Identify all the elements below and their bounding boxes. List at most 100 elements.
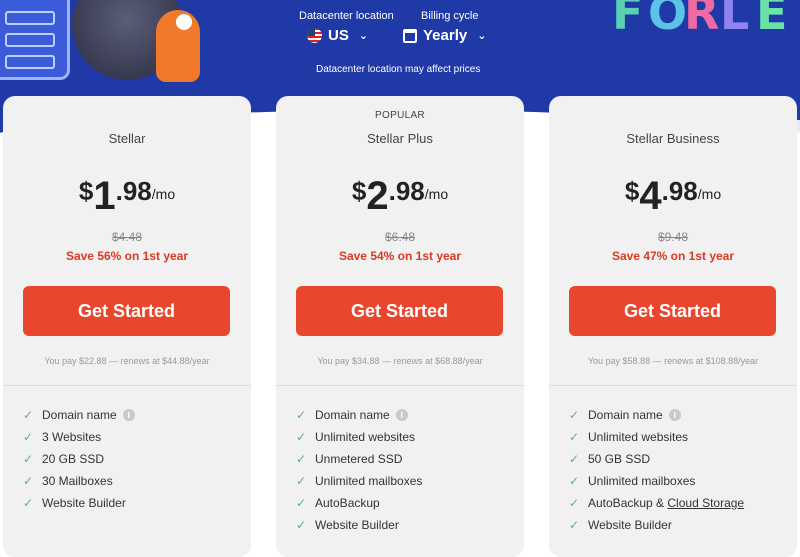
price-integer: 2 bbox=[366, 174, 389, 218]
plan-name: Stellar bbox=[108, 131, 146, 146]
check-icon: ✓ bbox=[23, 496, 34, 510]
feature-item: ✓ Website Builder bbox=[296, 514, 422, 536]
chevron-down-icon: ⌄ bbox=[358, 30, 369, 42]
price-currency: $ bbox=[351, 176, 367, 206]
check-icon: ✓ bbox=[296, 474, 307, 488]
pixel-letter: E bbox=[756, 0, 788, 40]
feature-label: Website Builder bbox=[315, 518, 399, 532]
feature-label: Domain name bbox=[588, 408, 663, 422]
plan-price: $ 2 .98 /mo bbox=[276, 168, 524, 219]
feature-item: ✓ Domain name i bbox=[569, 404, 744, 426]
feature-item: ✓ Website Builder bbox=[569, 514, 744, 536]
check-icon: ✓ bbox=[296, 496, 307, 510]
renewal-text: You pay $58.88 — renews at $108.88/year bbox=[587, 356, 759, 366]
info-icon[interactable]: i bbox=[122, 409, 135, 421]
check-icon: ✓ bbox=[296, 452, 307, 466]
pixel-letter: L bbox=[720, 0, 750, 40]
plan-card-stellar: Stellar $ 1 .98 /mo $4.48 Save 56% on 1s… bbox=[3, 96, 251, 557]
feature-item: ✓ Website Builder bbox=[23, 492, 135, 514]
datacenter-note: Datacenter location may affect prices bbox=[316, 64, 481, 75]
plan-name: Stellar Business bbox=[626, 131, 720, 146]
feature-list: ✓ Domain name i ✓ Unlimited websites ✓ Unmet… bbox=[296, 404, 422, 536]
feature-list: ✓ Domain name i ✓ Unlimited websites ✓ 50 GB… bbox=[569, 404, 744, 536]
datacenter-label: Datacenter location bbox=[299, 10, 394, 22]
check-icon: ✓ bbox=[296, 430, 307, 444]
feature-item: ✓ AutoBackup & Cloud Storage bbox=[569, 492, 744, 514]
savings-text: Save 47% on 1st year bbox=[611, 249, 735, 263]
feature-label: 30 Mailboxes bbox=[42, 474, 113, 488]
check-icon: ✓ bbox=[569, 408, 580, 422]
pixel-letter: O bbox=[648, 0, 688, 40]
check-icon: ✓ bbox=[23, 408, 34, 422]
pixel-letter: F bbox=[612, 0, 644, 40]
feature-item: ✓ 50 GB SSD bbox=[569, 448, 744, 470]
original-price: $6.48 bbox=[384, 230, 416, 244]
fox-paw-illustration bbox=[176, 14, 192, 30]
billing-cycle-select[interactable]: Yearly ⌄ bbox=[403, 27, 486, 44]
datacenter-select[interactable]: US ⌄ bbox=[307, 27, 368, 44]
plan-price: $ 4 .98 /mo bbox=[549, 168, 797, 219]
pixel-letters-decoration: F O R L E bbox=[612, 0, 800, 50]
price-decimal: .98 bbox=[661, 176, 698, 206]
price-period: /mo bbox=[424, 186, 449, 202]
feature-item: ✓ Unlimited mailboxes bbox=[296, 470, 422, 492]
feature-label: Unlimited websites bbox=[588, 430, 689, 444]
price-period: /mo bbox=[697, 186, 722, 202]
cloud-storage-link[interactable]: Cloud Storage bbox=[667, 496, 744, 510]
price-integer: 1 bbox=[93, 174, 116, 218]
divider bbox=[276, 385, 524, 386]
feature-item: ✓ Unlimited websites bbox=[569, 426, 744, 448]
check-icon: ✓ bbox=[569, 474, 580, 488]
get-started-button[interactable]: Get Started bbox=[569, 286, 776, 336]
feature-item: ✓ Unlimited mailboxes bbox=[569, 470, 744, 492]
feature-item: ✓ 30 Mailboxes bbox=[23, 470, 135, 492]
feature-label: Unlimited mailboxes bbox=[588, 474, 696, 488]
feature-label: 50 GB SSD bbox=[588, 452, 651, 466]
check-icon: ✓ bbox=[569, 518, 580, 532]
savings-text: Save 56% on 1st year bbox=[65, 249, 189, 263]
original-price: $4.48 bbox=[111, 230, 143, 244]
feature-label: Website Builder bbox=[588, 518, 672, 532]
feature-item: ✓ Domain name i bbox=[23, 404, 135, 426]
feature-item: ✓ AutoBackup bbox=[296, 492, 422, 514]
divider bbox=[549, 385, 797, 386]
plan-name: Stellar Plus bbox=[367, 131, 433, 146]
feature-label: AutoBackup bbox=[315, 496, 380, 510]
renewal-text: You pay $34.88 — renews at $68.88/year bbox=[317, 356, 483, 366]
divider bbox=[3, 385, 251, 386]
feature-list: ✓ Domain name i ✓ 3 Websites ✓ 20 GB SSD ✓ 30… bbox=[23, 404, 135, 514]
feature-label: Unmetered SSD bbox=[315, 452, 403, 466]
feature-label: 20 GB SSD bbox=[42, 452, 105, 466]
check-icon: ✓ bbox=[23, 474, 34, 488]
original-price: $9.48 bbox=[657, 230, 689, 244]
renewal-text: You pay $22.88 — renews at $44.88/year bbox=[44, 356, 210, 366]
feature-item: ✓ Unlimited websites bbox=[296, 426, 422, 448]
billing-cycle-label: Billing cycle bbox=[421, 10, 479, 22]
feature-item: ✓ Domain name i bbox=[296, 404, 422, 426]
feature-label: Unlimited websites bbox=[315, 430, 416, 444]
feature-label: 3 Websites bbox=[42, 430, 102, 444]
feature-label: Domain name bbox=[42, 408, 117, 422]
get-started-button[interactable]: Get Started bbox=[23, 286, 230, 336]
price-decimal: .98 bbox=[115, 176, 152, 206]
feature-label: AutoBackup & bbox=[588, 496, 668, 510]
feature-item: ✓ 20 GB SSD bbox=[23, 448, 135, 470]
check-icon: ✓ bbox=[296, 408, 307, 422]
get-started-button[interactable]: Get Started bbox=[296, 286, 503, 336]
price-currency: $ bbox=[78, 176, 94, 206]
check-icon: ✓ bbox=[296, 518, 307, 532]
datacenter-value: US bbox=[328, 27, 349, 44]
calendar-icon bbox=[403, 28, 417, 43]
check-icon: ✓ bbox=[569, 452, 580, 466]
check-icon: ✓ bbox=[23, 452, 34, 466]
feature-label: Domain name bbox=[315, 408, 390, 422]
feature-item: ✓ Unmetered SSD bbox=[296, 448, 422, 470]
info-icon[interactable]: i bbox=[395, 409, 408, 421]
feature-label: Unlimited mailboxes bbox=[315, 474, 423, 488]
popular-badge: POPULAR bbox=[375, 110, 425, 121]
plan-price: $ 1 .98 /mo bbox=[3, 168, 251, 219]
server-illustration bbox=[0, 0, 70, 80]
info-icon[interactable]: i bbox=[668, 409, 681, 421]
savings-text: Save 54% on 1st year bbox=[338, 249, 462, 263]
plan-card-stellar-business: Stellar Business $ 4 .98 /mo $9.48 Save … bbox=[549, 96, 797, 557]
